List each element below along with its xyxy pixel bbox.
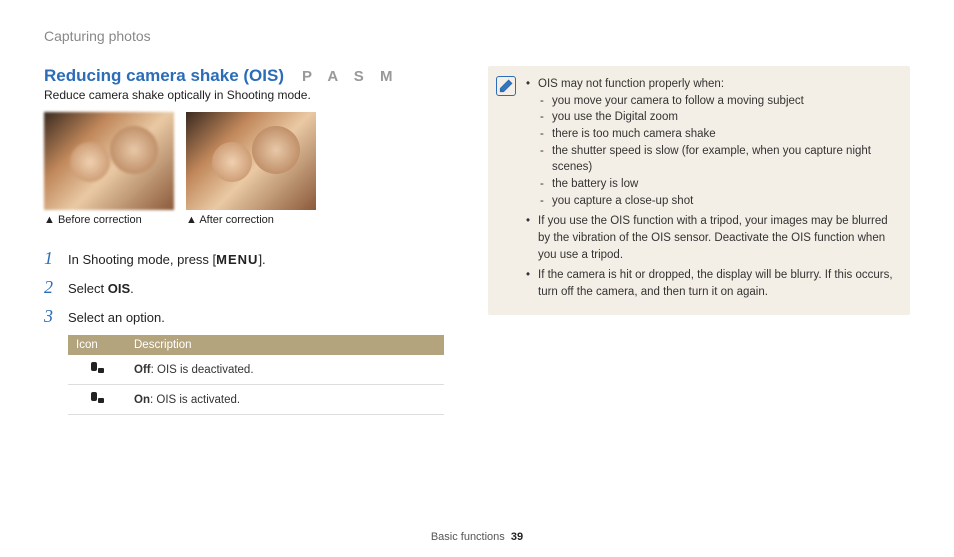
options-table: Icon Description Off: OIS is deactivated… — [68, 335, 444, 415]
table-row: On: OIS is activated. — [68, 385, 444, 415]
step-1: 1 In Shooting mode, press [MENU]. — [44, 248, 444, 269]
note-subitem: the battery is low — [538, 176, 896, 193]
step-3: 3 Select an option. — [44, 306, 444, 327]
note-box: OIS may not function properly when: you … — [488, 66, 910, 315]
section-heading: Reducing camera shake (OIS) — [44, 66, 284, 86]
step-text: Select — [68, 281, 108, 296]
mode-indicator: P A S M — [302, 68, 398, 85]
step-text: . — [130, 281, 134, 296]
ois-off-icon — [88, 361, 106, 375]
option-name: Off — [134, 364, 151, 376]
option-desc: : OIS is deactivated. — [151, 364, 254, 376]
note-subitem: you use the Digital zoom — [538, 109, 896, 126]
step-2: 2 Select OIS. — [44, 277, 444, 298]
step-number: 2 — [44, 277, 58, 298]
menu-button-label: MENU — [216, 252, 258, 267]
note-text: OIS may not function properly when: — [538, 78, 724, 90]
ois-label: OIS — [108, 281, 130, 296]
step-number: 3 — [44, 306, 58, 327]
before-photo — [44, 112, 174, 210]
step-text: In Shooting mode, press [ — [68, 252, 216, 267]
note-subitem: you capture a close-up shot — [538, 193, 896, 210]
note-item: OIS may not function properly when: you … — [526, 76, 896, 209]
left-column: Reducing camera shake (OIS) P A S M Redu… — [44, 66, 444, 415]
option-name: On — [134, 394, 150, 406]
page-number: 39 — [511, 531, 523, 543]
note-item: If you use the OIS function with a tripo… — [526, 213, 896, 263]
step-text: Select an option. — [68, 310, 165, 325]
note-subitem: you move your camera to follow a moving … — [538, 93, 896, 110]
section-subtitle: Reduce camera shake optically in Shootin… — [44, 88, 444, 102]
table-header-desc: Description — [126, 335, 444, 355]
right-column: OIS may not function properly when: you … — [488, 66, 910, 415]
step-number: 1 — [44, 248, 58, 269]
table-row: Off: OIS is deactivated. — [68, 355, 444, 385]
option-desc: : OIS is activated. — [150, 394, 240, 406]
page-footer: Basic functions 39 — [0, 531, 954, 543]
after-caption: ▲ After correction — [186, 214, 316, 226]
table-header-icon: Icon — [68, 335, 126, 355]
footer-section: Basic functions — [431, 531, 505, 543]
ois-on-icon — [88, 391, 106, 405]
chapter-title: Capturing photos — [44, 28, 910, 44]
step-text: ]. — [258, 252, 265, 267]
note-item: If the camera is hit or dropped, the dis… — [526, 267, 896, 300]
note-icon — [496, 76, 516, 96]
before-caption: ▲ Before correction — [44, 214, 174, 226]
note-subitem: the shutter speed is slow (for example, … — [538, 143, 896, 176]
note-subitem: there is too much camera shake — [538, 126, 896, 143]
after-photo — [186, 112, 316, 210]
